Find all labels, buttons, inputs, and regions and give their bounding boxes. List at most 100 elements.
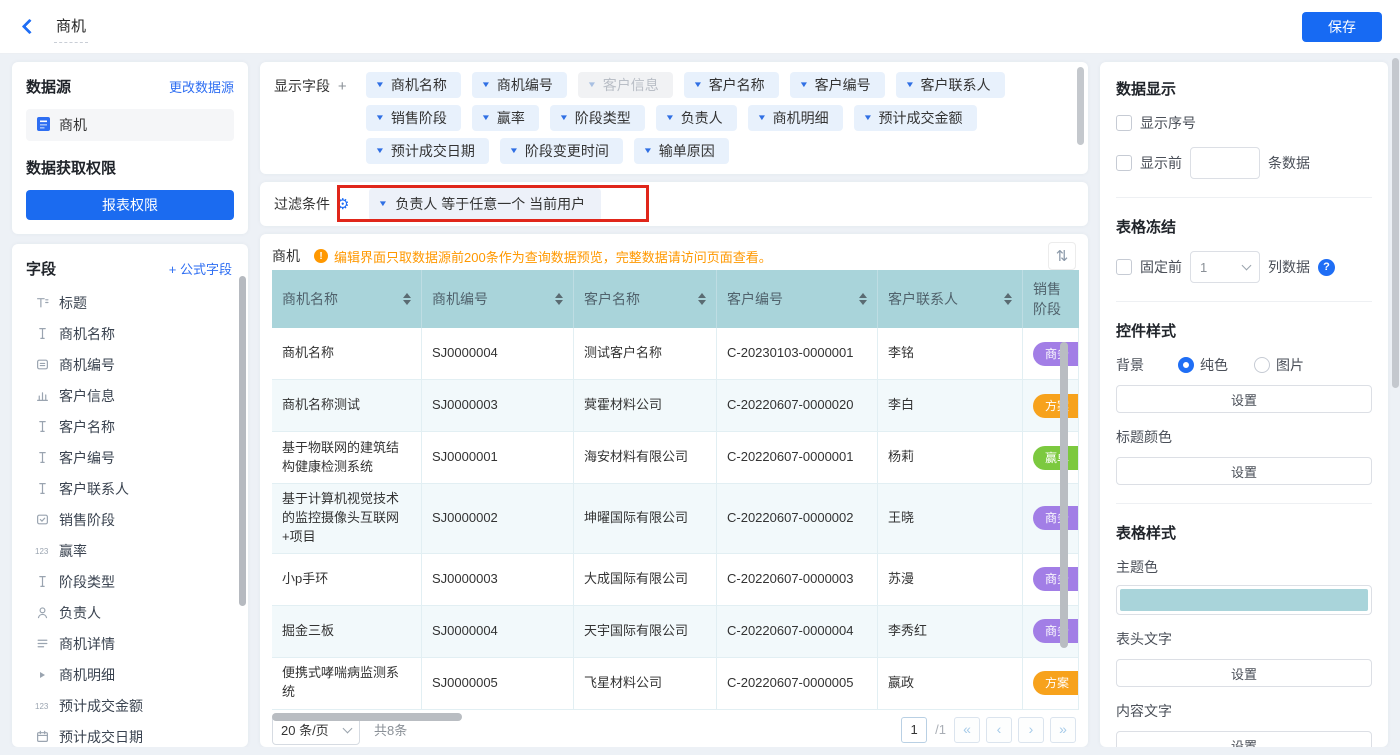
page-number-input[interactable] <box>901 717 927 743</box>
table-row[interactable]: 商机名称SJ0000004测试客户名称C-20230103-0000001李铭商… <box>272 328 1079 380</box>
column-sort-icon[interactable] <box>555 293 563 305</box>
page-scrollbar[interactable] <box>1392 58 1399 388</box>
gear-icon[interactable]: ⚙ <box>336 197 349 212</box>
background-label: 背景 <box>1116 355 1144 375</box>
back-button[interactable] <box>18 16 40 38</box>
column-sort-icon[interactable] <box>403 293 411 305</box>
field-item-label: 客户联系人 <box>59 479 129 499</box>
show-first-count-input[interactable] <box>1190 147 1260 179</box>
column-header-1[interactable]: 商机名称 <box>272 270 422 328</box>
field-item-14[interactable]: 123预计成交金额 <box>26 690 240 721</box>
user-icon <box>34 606 50 620</box>
chevron-down-icon: ▼ <box>481 80 491 89</box>
show-first-checkbox[interactable] <box>1116 155 1132 171</box>
field-item-10[interactable]: 阶段类型 <box>26 566 240 597</box>
field-item-2[interactable]: 商机名称 <box>26 318 240 349</box>
field-item-3[interactable]: 商机编号 <box>26 349 240 380</box>
content-text-setting-button[interactable]: 设置 <box>1116 731 1372 747</box>
display-field-chip-10[interactable]: ▼负责人 <box>656 105 737 131</box>
sort-order-button[interactable]: ⇅ <box>1048 242 1076 270</box>
filter-condition-chip[interactable]: ▼ 负责人 等于任意一个 当前用户 <box>369 188 601 221</box>
cell-customer: 测试客户名称 <box>574 328 717 380</box>
chevron-down-icon: ▼ <box>375 80 385 89</box>
widget-style-heading: 控件样式 <box>1116 320 1372 341</box>
column-header-3[interactable]: 客户名称 <box>574 270 717 328</box>
prev-page-button[interactable]: ‹ <box>986 717 1012 743</box>
display-field-chip-14[interactable]: ▼阶段变更时间 <box>500 138 623 164</box>
display-field-chip-15[interactable]: ▼输单原因 <box>634 138 729 164</box>
chips-scrollbar[interactable] <box>1077 67 1084 145</box>
table-row[interactable]: 便携式哮喘病监测系统SJ0000005飞星材料公司C-20220607-0000… <box>272 658 1079 710</box>
chip-label: 阶段变更时间 <box>525 141 609 161</box>
display-field-chip-1[interactable]: ▼商机名称 <box>366 72 461 98</box>
display-field-chip-4[interactable]: ▼客户名称 <box>684 72 779 98</box>
next-page-button[interactable]: › <box>1018 717 1044 743</box>
field-item-1[interactable]: 标题 <box>26 287 240 318</box>
field-item-8[interactable]: 销售阶段 <box>26 504 240 535</box>
display-field-chip-6[interactable]: ▼客户联系人 <box>896 72 1005 98</box>
table-row[interactable]: 基于计算机视觉技术的监控摄像头互联网+项目SJ0000002坤曜国际有限公司C-… <box>272 484 1079 554</box>
freeze-columns-checkbox[interactable] <box>1116 259 1132 275</box>
field-item-11[interactable]: 负责人 <box>26 597 240 628</box>
title-color-setting-button[interactable]: 设置 <box>1116 457 1372 485</box>
display-field-chip-13[interactable]: ▼预计成交日期 <box>366 138 489 164</box>
first-page-button[interactable]: « <box>954 717 980 743</box>
column-header-5[interactable]: 客户联系人 <box>878 270 1023 328</box>
last-page-button[interactable]: » <box>1050 717 1076 743</box>
table-row[interactable]: 商机名称测试SJ0000003蓂霍材料公司C-20220607-0000020李… <box>272 380 1079 432</box>
column-header-label: 销售阶段 <box>1033 279 1069 319</box>
field-item-5[interactable]: 客户名称 <box>26 411 240 442</box>
text-icon <box>34 327 50 341</box>
column-header-6[interactable]: 销售阶段 <box>1023 270 1079 328</box>
table-vertical-scrollbar[interactable] <box>1060 342 1068 648</box>
column-header-2[interactable]: 商机编号 <box>422 270 574 328</box>
display-fields-card: 显示字段 + ▼商机名称▼商机编号▼客户信息▼客户名称▼客户编号▼客户联系人▼销… <box>260 62 1088 174</box>
show-serial-checkbox[interactable] <box>1116 115 1132 131</box>
column-header-label: 客户联系人 <box>888 289 958 309</box>
table-row[interactable]: 小p手环SJ0000003大成国际有限公司C-20220607-0000003苏… <box>272 554 1079 606</box>
display-field-chip-5[interactable]: ▼客户编号 <box>790 72 885 98</box>
display-field-chip-7[interactable]: ▼销售阶段 <box>366 105 461 131</box>
solid-color-radio[interactable] <box>1178 357 1194 373</box>
column-sort-icon[interactable] <box>1004 293 1012 305</box>
field-item-15[interactable]: 预计成交日期 <box>26 721 240 747</box>
field-item-13[interactable]: 商机明细 <box>26 659 240 690</box>
field-item-label: 销售阶段 <box>59 510 115 530</box>
table-title: 商机 <box>272 246 300 266</box>
header-text-setting-button[interactable]: 设置 <box>1116 659 1372 687</box>
report-permission-button[interactable]: 报表权限 <box>26 190 234 220</box>
display-field-chip-12[interactable]: ▼预计成交金额 <box>854 105 977 131</box>
background-setting-button[interactable]: 设置 <box>1116 385 1372 413</box>
field-item-7[interactable]: 客户联系人 <box>26 473 240 504</box>
datasource-item[interactable]: 商机 <box>26 109 234 141</box>
column-sort-icon[interactable] <box>859 293 867 305</box>
table-row[interactable]: 基于物联网的建筑结构健康检测系统SJ0000001海安材料有限公司C-20220… <box>272 432 1079 484</box>
freeze-count-select[interactable]: 1 <box>1190 251 1260 283</box>
display-field-chip-3[interactable]: ▼客户信息 <box>578 72 673 98</box>
column-header-4[interactable]: 客户编号 <box>717 270 878 328</box>
chip-label: 赢率 <box>497 108 525 128</box>
display-field-chip-8[interactable]: ▼赢率 <box>472 105 539 131</box>
fields-scrollbar[interactable] <box>239 276 246 606</box>
fields-heading: 字段 <box>26 258 56 279</box>
display-field-chip-9[interactable]: ▼阶段类型 <box>550 105 645 131</box>
display-field-chip-2[interactable]: ▼商机编号 <box>472 72 567 98</box>
horizontal-scroll-thumb[interactable] <box>272 713 462 721</box>
field-item-6[interactable]: 客户编号 <box>26 442 240 473</box>
save-button[interactable]: 保存 <box>1302 12 1382 42</box>
column-sort-icon[interactable] <box>698 293 706 305</box>
table-row[interactable]: 掘金三板SJ0000004天宇国际有限公司C-20220607-0000004李… <box>272 606 1079 658</box>
help-icon[interactable]: ? <box>1318 259 1335 276</box>
add-field-button[interactable]: + <box>338 78 347 95</box>
field-item-9[interactable]: 123赢率 <box>26 535 240 566</box>
cell-code: SJ0000003 <box>422 380 574 432</box>
formula-field-link[interactable]: + 公式字段 <box>169 259 232 278</box>
image-radio[interactable] <box>1254 357 1270 373</box>
theme-color-picker[interactable] <box>1116 585 1372 615</box>
field-item-12[interactable]: 商机详情 <box>26 628 240 659</box>
column-header-label: 商机编号 <box>432 289 488 309</box>
field-item-label: 阶段类型 <box>59 572 115 592</box>
field-item-4[interactable]: 客户信息 <box>26 380 240 411</box>
display-field-chip-11[interactable]: ▼商机明细 <box>748 105 843 131</box>
change-datasource-link[interactable]: 更改数据源 <box>169 77 234 96</box>
